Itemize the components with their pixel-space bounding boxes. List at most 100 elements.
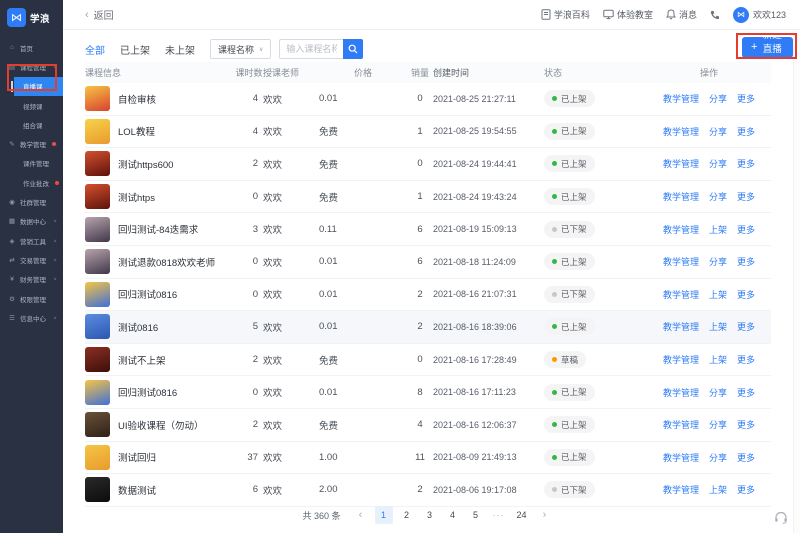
course-info-cell: 回归测试0816: [85, 380, 235, 405]
scrollbar-track[interactable]: [793, 30, 800, 533]
pagination-prev-button[interactable]: ‹: [352, 506, 370, 524]
course-info-cell: 测试https600: [85, 151, 235, 176]
more-link[interactable]: 更多: [737, 190, 755, 203]
sidebar-item-data-center[interactable]: ▦数据中心∨: [0, 212, 63, 231]
manage-link[interactable]: 教学管理: [663, 451, 699, 464]
sidebar-item-teaching-mgmt[interactable]: ✎教学管理∧: [0, 134, 63, 153]
sidebar-item-finance-mgmt[interactable]: ¥财务管理∨: [0, 270, 63, 289]
manage-link[interactable]: 教学管理: [663, 125, 699, 138]
column-header: 状态: [539, 66, 647, 79]
created-time: 2021-08-25 19:54:55: [433, 126, 539, 136]
more-link[interactable]: 更多: [737, 451, 755, 464]
pagination-page-button[interactable]: 1: [375, 506, 393, 524]
publish-link[interactable]: 上架: [709, 223, 727, 236]
manage-link[interactable]: 教学管理: [663, 288, 699, 301]
manage-link[interactable]: 教学管理: [663, 157, 699, 170]
search-field-select[interactable]: 课程名称 ∨: [210, 39, 271, 59]
sidebar-item-community-mgmt[interactable]: ◉社群管理: [0, 192, 63, 211]
actions-cell: 教学管理分享更多: [647, 157, 771, 170]
pagination-page-button[interactable]: 24: [513, 506, 531, 524]
pagination-page-button[interactable]: 5: [467, 506, 485, 524]
filter-tab-unlisted[interactable]: 未上架: [165, 42, 195, 57]
filter-tab-all[interactable]: 全部: [85, 42, 105, 57]
share-link[interactable]: 分享: [709, 386, 727, 399]
more-link[interactable]: 更多: [737, 386, 755, 399]
table-row: 数据测试6欢欢2.0022021-08-06 19:17:08已下架教学管理上架…: [85, 474, 771, 507]
search-field-label: 课程名称: [218, 43, 254, 56]
publish-link[interactable]: 上架: [709, 483, 727, 496]
search-button[interactable]: [343, 39, 363, 59]
share-link[interactable]: 分享: [709, 255, 727, 268]
sidebar-item-permission-mgmt[interactable]: ⚙权限管理: [0, 289, 63, 308]
publish-link[interactable]: 上架: [709, 320, 727, 333]
status-badge: 已上架: [544, 123, 595, 140]
manage-link[interactable]: 教学管理: [663, 223, 699, 236]
manage-link[interactable]: 教学管理: [663, 190, 699, 203]
sidebar-item-info-center[interactable]: ☰信息中心∨: [0, 308, 63, 327]
sidebar-item-label: 社群管理: [20, 197, 46, 207]
pagination-page-button[interactable]: 4: [444, 506, 462, 524]
more-link[interactable]: 更多: [737, 353, 755, 366]
sidebar-item-homework-review[interactable]: 作业批改: [0, 173, 63, 192]
more-link[interactable]: 更多: [737, 92, 755, 105]
status-cell: 已上架: [539, 188, 647, 205]
pagination-next-button[interactable]: ›: [536, 506, 554, 524]
phone-button[interactable]: [710, 10, 720, 20]
sidebar-item-trade-mgmt[interactable]: ⇄交易管理∨: [0, 250, 63, 269]
messages-link[interactable]: 消息: [666, 8, 697, 21]
main-content: 全部 已上架 未上架 课程名称 ∨ + 新建直播课 课程信息课时数授课老师价格销…: [63, 30, 793, 533]
sidebar-item-home[interactable]: ⌂首页: [0, 38, 63, 57]
share-link[interactable]: 分享: [709, 125, 727, 138]
share-link[interactable]: 分享: [709, 190, 727, 203]
more-link[interactable]: 更多: [737, 125, 755, 138]
sidebar-item-courseware-mgmt[interactable]: 课件管理: [0, 154, 63, 173]
more-link[interactable]: 更多: [737, 418, 755, 431]
status-cell: 已下架: [539, 481, 647, 498]
manage-link[interactable]: 教学管理: [663, 353, 699, 366]
publish-link[interactable]: 上架: [709, 288, 727, 301]
more-link[interactable]: 更多: [737, 157, 755, 170]
wiki-link[interactable]: 学浪百科: [541, 8, 590, 21]
more-link[interactable]: 更多: [737, 320, 755, 333]
back-button[interactable]: ‹ 返回: [85, 7, 114, 22]
course-teacher: 欢欢: [263, 222, 319, 236]
sidebar-item-course-mgmt[interactable]: ▤课程管理∧: [0, 57, 63, 76]
course-thumbnail: [85, 249, 110, 274]
status-badge: 已上架: [544, 416, 595, 433]
share-link[interactable]: 分享: [709, 157, 727, 170]
support-icon[interactable]: [773, 510, 789, 526]
sidebar-item-video-course[interactable]: 视频课: [0, 96, 63, 115]
manage-link[interactable]: 教学管理: [663, 418, 699, 431]
classroom-link[interactable]: 体验教室: [603, 8, 653, 21]
publish-link[interactable]: 上架: [709, 353, 727, 366]
search-input[interactable]: [279, 39, 343, 59]
filter-tab-listed[interactable]: 已上架: [120, 42, 150, 57]
status-badge: 已上架: [544, 90, 595, 107]
user-menu[interactable]: ⋈ 欢欢123: [733, 7, 786, 23]
sidebar: ⋈ 学浪 ⌂首页▤课程管理∧直播课视频课组合课✎教学管理∧课件管理作业批改◉社群…: [0, 0, 63, 533]
share-link[interactable]: 分享: [709, 92, 727, 105]
more-link[interactable]: 更多: [737, 288, 755, 301]
share-link[interactable]: 分享: [709, 418, 727, 431]
sidebar-item-marketing-tools[interactable]: ◈营销工具∨: [0, 231, 63, 250]
new-live-course-button[interactable]: + 新建直播课: [742, 37, 793, 58]
manage-link[interactable]: 教学管理: [663, 320, 699, 333]
more-link[interactable]: 更多: [737, 223, 755, 236]
table-row: 自检审核4欢欢0.0102021-08-25 21:27:11已上架教学管理分享…: [85, 83, 771, 116]
manage-link[interactable]: 教学管理: [663, 255, 699, 268]
table-row: LOL教程4欢欢免费12021-08-25 19:54:55已上架教学管理分享更…: [85, 116, 771, 149]
manage-link[interactable]: 教学管理: [663, 386, 699, 399]
more-link[interactable]: 更多: [737, 483, 755, 496]
back-label: 返回: [94, 7, 114, 22]
course-thumbnail: [85, 184, 110, 209]
created-time: 2021-08-25 21:27:11: [433, 94, 539, 104]
pagination-page-button[interactable]: 3: [421, 506, 439, 524]
share-link[interactable]: 分享: [709, 451, 727, 464]
sidebar-item-combo-course[interactable]: 组合课: [0, 115, 63, 134]
manage-link[interactable]: 教学管理: [663, 483, 699, 496]
pagination-page-button[interactable]: 2: [398, 506, 416, 524]
more-link[interactable]: 更多: [737, 255, 755, 268]
sidebar-item-live-course[interactable]: 直播课: [14, 77, 63, 96]
classroom-label: 体验教室: [617, 8, 653, 21]
manage-link[interactable]: 教学管理: [663, 92, 699, 105]
